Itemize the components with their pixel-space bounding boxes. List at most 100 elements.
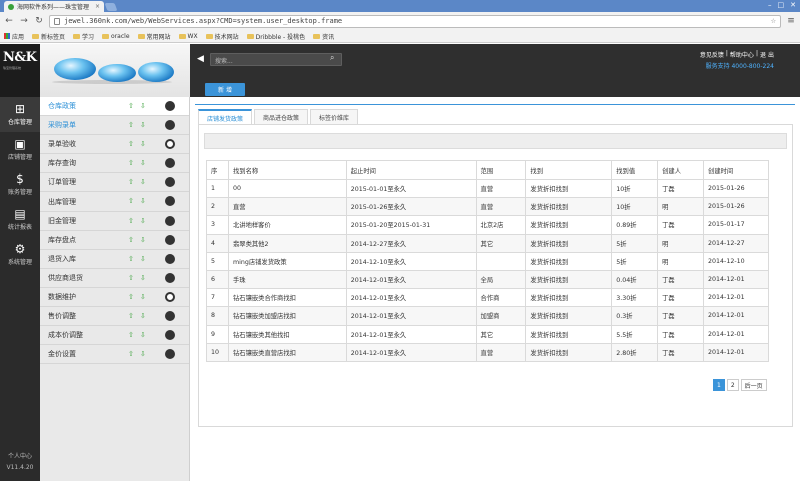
column-header[interactable]: 找到 bbox=[525, 160, 613, 180]
column-header[interactable]: 创建人 bbox=[657, 160, 705, 180]
tab-goods-inbound-policy[interactable]: 商品进仓政策 bbox=[254, 109, 309, 125]
module-warehouse[interactable]: ⊞ 仓库管理 bbox=[0, 97, 40, 132]
module-shop[interactable]: ▣ 店铺管理 bbox=[0, 132, 40, 167]
sort-arrows-icon[interactable]: ⇧⇩ bbox=[128, 140, 152, 148]
sidebar-item-icon bbox=[165, 215, 175, 226]
bookmark-star-icon[interactable]: ☆ bbox=[771, 16, 776, 26]
add-button[interactable]: 新 增 bbox=[205, 83, 245, 96]
sidebar-item-icon bbox=[165, 291, 175, 302]
module-system[interactable]: ⚙ 系统管理 bbox=[0, 237, 40, 272]
bookmark-item[interactable]: 资讯 bbox=[313, 32, 334, 41]
sidebar-item[interactable]: 成本价调整 ⇧⇩ bbox=[40, 326, 189, 346]
bookmark-item[interactable]: Dribbble - 投桃色 bbox=[246, 32, 305, 41]
module-reports[interactable]: ▤ 统计报表 bbox=[0, 202, 40, 237]
table-row[interactable]: 5 ming店铺发货政策 2014-12-10至永久 发货折扣找到 5折明 2014-12… bbox=[206, 251, 769, 271]
forward-icon[interactable]: → bbox=[19, 16, 29, 26]
dollar-icon: $ bbox=[16, 172, 24, 186]
bookmark-item[interactable]: 新标签页 bbox=[32, 32, 65, 41]
back-icon[interactable]: ← bbox=[4, 16, 14, 26]
table-row[interactable]: 1 00 2015-01-01至永久 直营 发货折扣找到 10折 丁磊 2015-01-26 bbox=[206, 178, 769, 199]
sidebar-item-icon bbox=[165, 120, 175, 131]
browser-menu-icon[interactable]: ≡ bbox=[786, 16, 796, 26]
table-row[interactable]: 3 北讲地样客价 2015-01-20至2015-01-31 北京2店 发货折扣找到 0.… bbox=[206, 215, 769, 235]
module-finance[interactable]: $ 账务管理 bbox=[0, 167, 40, 202]
sidebar-item-icon bbox=[165, 253, 175, 264]
table-cell: 全局 bbox=[475, 269, 527, 290]
table-row[interactable]: 2 直营 2015-01-26至永久 直营 发货折扣找到 10折明 2015-01-26 bbox=[206, 197, 769, 217]
bookmark-item[interactable]: 技术网站 bbox=[205, 32, 239, 41]
table-cell: 合作商 bbox=[475, 288, 527, 308]
sidebar-item[interactable]: 仓库政策 ⇧⇩ bbox=[40, 97, 189, 117]
sidebar-item[interactable]: 数据维护 ⇧⇩ bbox=[40, 288, 189, 308]
tab-close-icon[interactable]: × bbox=[95, 3, 100, 10]
table-row[interactable]: 7 钻石镶嵌类合作商找扣 2014-12-01至永久 合作商 发货折扣找到 3.30折 丁磊… bbox=[206, 288, 769, 308]
sidebar-item[interactable]: 退货入库 ⇧⇩ bbox=[40, 250, 189, 269]
sidebar-item[interactable]: 售价调整 ⇧⇩ bbox=[40, 307, 189, 327]
reload-icon[interactable]: ↻ bbox=[34, 16, 44, 26]
sort-arrows-icon[interactable]: ⇧⇩ bbox=[128, 293, 152, 301]
sidebar-item[interactable]: 库存盘点 ⇧⇩ bbox=[40, 231, 189, 250]
browser-tab-bar: 海网软件系列——珠宝管理 × – □ ✕ bbox=[0, 0, 800, 12]
tab-tag-price[interactable]: 标签价维库 bbox=[310, 109, 359, 125]
sort-arrows-icon[interactable]: ⇧⇩ bbox=[128, 236, 152, 244]
column-header[interactable]: 找到值 bbox=[611, 160, 659, 180]
table-row[interactable]: 4 翡翠类其他2 2014-12-27至永久 其它 发货折扣找到 5折明 2014-12-2… bbox=[206, 233, 769, 253]
sort-arrows-icon[interactable]: ⇧⇩ bbox=[128, 331, 152, 339]
sort-arrows-icon[interactable]: ⇧⇩ bbox=[128, 178, 152, 186]
new-tab-button[interactable] bbox=[104, 3, 118, 11]
user-center-link[interactable]: 个人中心 bbox=[0, 451, 40, 462]
sidebar-item[interactable]: 订单管理 ⇧⇩ bbox=[40, 173, 189, 193]
sidebar-item[interactable]: 出库管理 ⇧⇩ bbox=[40, 192, 189, 212]
page-button[interactable]: 2 bbox=[726, 379, 739, 391]
sort-arrows-icon[interactable]: ⇧⇩ bbox=[128, 312, 152, 320]
collapse-sidebar-icon[interactable]: ◀ bbox=[197, 54, 204, 64]
bookmark-item[interactable]: WX bbox=[178, 33, 198, 40]
page-button[interactable]: 1 bbox=[713, 379, 725, 391]
sidebar-item[interactable]: 采购录单 ⇧⇩ bbox=[40, 116, 189, 136]
warehouse-icon: ⊞ bbox=[14, 102, 26, 116]
logout-link[interactable]: 退 bbox=[760, 50, 766, 59]
sidebar-item[interactable]: 旧金管理 ⇧⇩ bbox=[40, 212, 189, 231]
minimize-icon[interactable]: – bbox=[768, 1, 772, 9]
column-header[interactable]: 找到名称 bbox=[227, 160, 347, 180]
tab-shop-delivery-policy[interactable]: 店铺发货政策 bbox=[198, 109, 253, 125]
table-row[interactable]: 10 钻石镶嵌类直营店找扣 2014-12-01至永久 直营 发货折扣找到 2.80折 丁磊… bbox=[206, 342, 769, 362]
maximize-icon[interactable]: □ bbox=[778, 1, 785, 9]
table-cell: 发货折扣找到 bbox=[525, 215, 613, 235]
feedback-link[interactable]: 意见反馈 bbox=[700, 50, 724, 59]
column-header[interactable]: 序 bbox=[206, 160, 229, 180]
table-row[interactable]: 9 钻石镶嵌类其他找扣 2014-12-01至永久 其它 发货折扣找到 5.5折 丁磊 201… bbox=[206, 324, 769, 344]
column-header[interactable]: 起止时间 bbox=[345, 160, 477, 180]
table-row[interactable]: 6 手珠 2014-12-01至永久 全局 发货折扣找到 0.04折 丁磊 2014-12-0… bbox=[206, 269, 769, 290]
window-close-icon[interactable]: ✕ bbox=[790, 1, 796, 9]
bookmark-item[interactable]: oracle bbox=[102, 33, 130, 40]
sort-arrows-icon[interactable]: ⇧⇩ bbox=[128, 159, 152, 167]
next-page-button[interactable]: 后一页 bbox=[740, 379, 767, 391]
url-input[interactable]: jewel.360nk.com/web/WebServices.aspx?CMD… bbox=[49, 14, 781, 28]
sidebar-item-icon bbox=[165, 101, 175, 111]
sort-arrows-icon[interactable]: ⇧⇩ bbox=[128, 197, 152, 205]
column-header[interactable]: 创建时间 bbox=[703, 160, 769, 180]
sort-arrows-icon[interactable]: ⇧⇩ bbox=[128, 121, 152, 129]
bookmark-item[interactable]: 学习 bbox=[73, 32, 94, 41]
logout-link-2[interactable]: 出 bbox=[768, 50, 774, 59]
sidebar-item[interactable]: 录单验收 ⇧⇩ bbox=[40, 135, 189, 155]
sort-arrows-icon[interactable]: ⇧⇩ bbox=[128, 217, 152, 225]
table-row[interactable]: 8 钻石镶嵌类加盟店找扣 2014-12-01至永久 加盟商 发货折扣找到 0.3折 丁磊 2… bbox=[206, 306, 769, 326]
sort-arrows-icon[interactable]: ⇧⇩ bbox=[128, 274, 152, 282]
bookmark-apps[interactable]: 应用 bbox=[4, 32, 24, 41]
help-link[interactable]: 帮助中心 bbox=[730, 50, 754, 59]
sidebar-item[interactable]: 供应商退货 ⇧⇩ bbox=[40, 269, 189, 288]
sidebar-item-label: 成本价调整 bbox=[48, 331, 83, 340]
sidebar-item[interactable]: 库存查询 ⇧⇩ bbox=[40, 154, 189, 174]
sort-arrows-icon[interactable]: ⇧⇩ bbox=[128, 350, 152, 358]
table-cell: 10 bbox=[206, 342, 229, 362]
sort-arrows-icon[interactable]: ⇧⇩ bbox=[128, 102, 152, 110]
sidebar-item[interactable]: 金价设置 ⇧⇩ bbox=[40, 345, 189, 365]
sort-arrows-icon[interactable]: ⇧⇩ bbox=[128, 255, 152, 263]
table-cell: 2014-12-01 bbox=[703, 306, 769, 326]
column-header[interactable]: 范围 bbox=[475, 160, 527, 180]
bookmark-item[interactable]: 常用网站 bbox=[137, 32, 171, 41]
browser-tab[interactable]: 海网软件系列——珠宝管理 × bbox=[4, 1, 104, 12]
search-input[interactable]: 搜索... bbox=[210, 53, 342, 66]
